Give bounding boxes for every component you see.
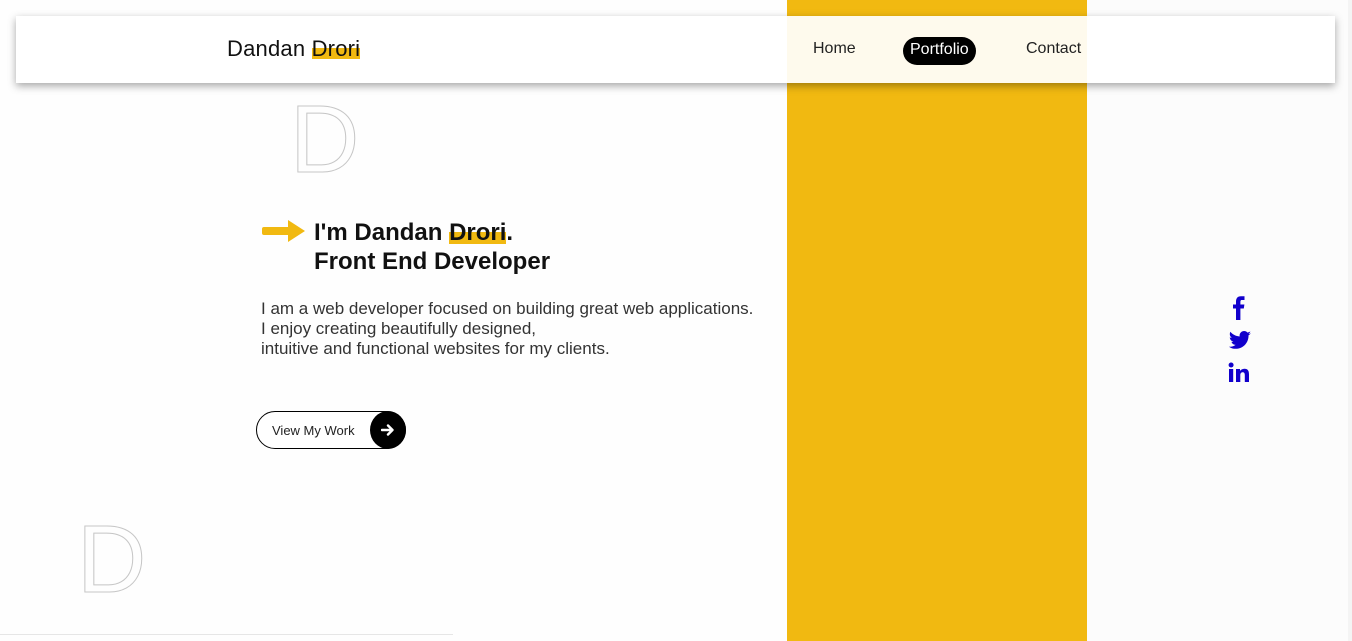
twitter-icon[interactable] xyxy=(1228,331,1252,356)
brand-last-name: Drori xyxy=(311,36,361,61)
nav-home-link[interactable]: Home xyxy=(813,40,856,58)
decorative-letter-bottom: D xyxy=(76,506,147,613)
arrow-right-icon xyxy=(381,424,394,436)
facebook-icon[interactable] xyxy=(1228,296,1250,325)
hero-description: I am a web developer focused on building… xyxy=(261,299,753,359)
hero-description-line: I am a web developer focused on building… xyxy=(261,299,754,318)
decorative-letter-top: D xyxy=(289,86,360,193)
arrow-right-icon xyxy=(262,220,305,242)
right-panel xyxy=(1087,0,1352,641)
navbar: Dandan Drori Home Portfolio Contact xyxy=(16,16,1335,83)
hero-name-highlight: Drori xyxy=(449,219,507,246)
linkedin-icon[interactable] xyxy=(1228,362,1250,389)
view-my-work-button[interactable]: View My Work xyxy=(256,411,406,449)
bottom-divider xyxy=(0,634,453,635)
yellow-accent-band xyxy=(787,0,1087,641)
brand-first-name: Dandan xyxy=(227,36,312,61)
view-my-work-label: View My Work xyxy=(272,423,355,438)
hero-greeting: I'm Dandan xyxy=(314,219,450,246)
nav-contact-link[interactable]: Contact xyxy=(1026,40,1081,58)
cta-arrow-circle xyxy=(370,411,406,449)
hero-description-line: intuitive and functional websites for my… xyxy=(261,339,610,358)
hero-title: I'm Dandan Drori. Front End Developer xyxy=(314,218,550,276)
nav-portfolio-link[interactable]: Portfolio xyxy=(903,37,976,65)
hero-role: Front End Developer xyxy=(314,248,551,275)
hero-period: . xyxy=(506,219,514,246)
brand-logo[interactable]: Dandan Drori xyxy=(227,36,361,62)
scrollbar[interactable] xyxy=(1348,0,1352,641)
hero-description-line: I enjoy creating beautifully designed, xyxy=(261,319,537,338)
